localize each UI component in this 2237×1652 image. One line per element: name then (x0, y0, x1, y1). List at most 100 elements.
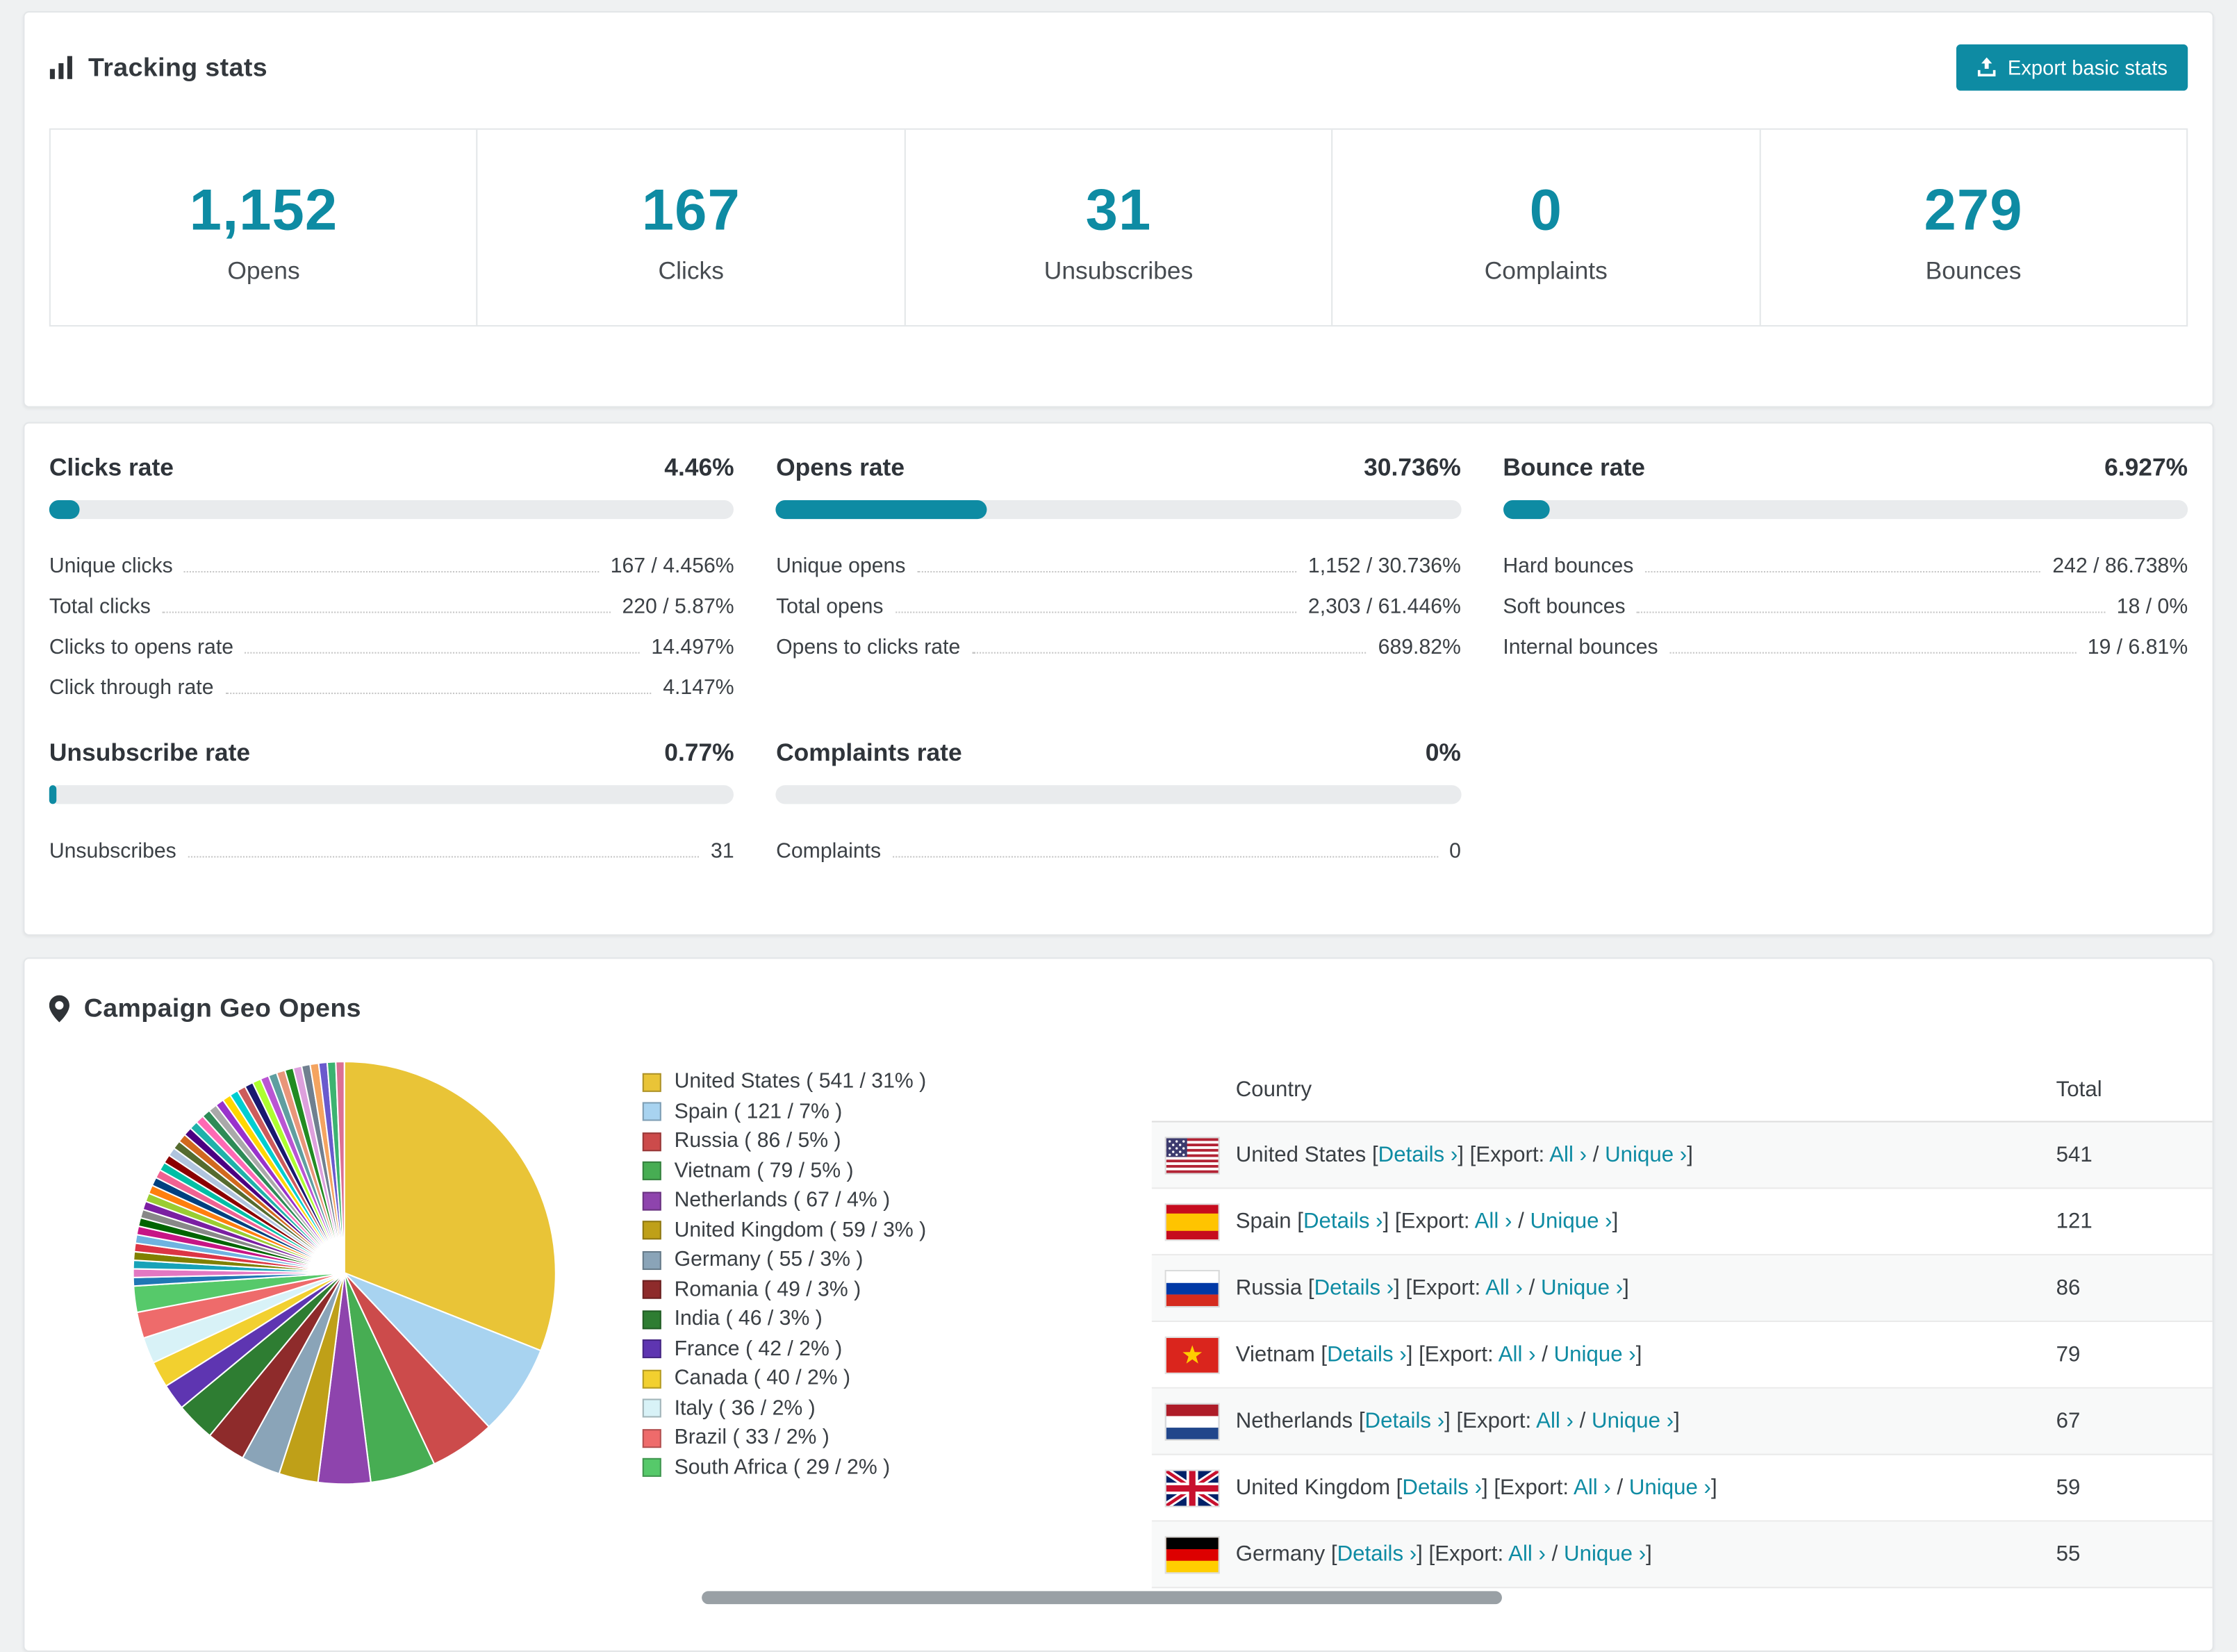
rate-details: Unique clicks 167 / 4.456% Total clicks 220… (49, 538, 734, 700)
rate-detail-label: Unsubscribes (49, 840, 176, 864)
legend-swatch (642, 1132, 661, 1151)
rate-head: Bounce rate 6.927% (1503, 454, 2188, 483)
details-link[interactable]: Details › (1337, 1542, 1417, 1567)
details-link[interactable]: Details › (1378, 1143, 1458, 1167)
legend-swatch (642, 1162, 661, 1181)
rate-block-unsubscribe-rate: Unsubscribe rate 0.77% Unsubscribes 31 (49, 739, 734, 864)
legend-swatch (642, 1310, 661, 1329)
rate-detail-value: 18 / 0% (2116, 595, 2188, 619)
geo-opens-title: Campaign Geo Opens (83, 993, 361, 1023)
stat-box-complaints: 0 Complaints (1331, 129, 1759, 325)
rate-detail-row: Clicks to opens rate 14.497% (49, 619, 734, 659)
country-cell: Germany [Details ›] [Export: All › / Uni… (1235, 1542, 1652, 1567)
geo-table-row: Russia [Details ›] [Export: All › / Uniq… (1151, 1255, 2213, 1323)
geo-table-row: Netherlands [Details ›] [Export: All › /… (1151, 1388, 2213, 1455)
rate-detail-row: Total clicks 220 / 5.87% (49, 578, 734, 618)
dotted-leader (892, 856, 1438, 858)
country-cell: Spain [Details ›] [Export: All › / Uniqu… (1235, 1209, 1619, 1234)
tracking-stats-header: Tracking stats Export basic stats (49, 44, 2188, 91)
legend-swatch (642, 1369, 661, 1389)
total-cell: 55 (2056, 1542, 2081, 1567)
flag-icon-vn (1166, 1337, 1219, 1372)
rate-detail-label: Unique clicks (49, 555, 173, 579)
rate-detail-value: 4.147% (663, 677, 734, 700)
stat-label: Clicks (658, 257, 724, 285)
stats-summary-row: 1,152 Opens 167 Clicks 31 Unsubscribes 0 Compla… (49, 128, 2188, 327)
rate-detail-value: 19 / 6.81% (2087, 636, 2188, 660)
geo-table-row: Germany [Details ›] [Export: All › / Uni… (1151, 1521, 2213, 1589)
export-all-link[interactable]: All › (1508, 1542, 1546, 1567)
export-unique-link[interactable]: Unique › (1629, 1476, 1711, 1500)
rate-title: Opens rate (776, 454, 905, 481)
geo-table-row: United States [Details ›] [Export: All ›… (1151, 1122, 2213, 1189)
export-all-link[interactable]: All › (1536, 1409, 1574, 1433)
legend-swatch (642, 1073, 661, 1092)
rate-value: 30.736% (1364, 454, 1461, 481)
stat-value: 167 (641, 179, 741, 243)
geo-table-header-row: Country Total (1151, 1059, 2213, 1123)
legend-label: Russia ( 86 / 5% ) (674, 1130, 841, 1153)
total-cell: 67 (2056, 1408, 2081, 1434)
geo-table-row: United Kingdom [Details ›] [Export: All … (1151, 1455, 2213, 1522)
horizontal-scrollbar-thumb[interactable] (702, 1591, 1502, 1605)
legend-item: Spain ( 121 / 7% ) (642, 1097, 1120, 1127)
rate-value: 0% (1425, 738, 1461, 767)
legend-label: Italy ( 36 / 2% ) (674, 1396, 816, 1421)
export-basic-stats-button[interactable]: Export basic stats (1955, 44, 2188, 91)
total-cell: 59 (2056, 1475, 2081, 1501)
rate-head: Complaints rate 0% (776, 739, 1461, 768)
rates-card: Clicks rate 4.46% Unique clicks 167 / 4.456… (23, 422, 2214, 936)
dotted-leader (1645, 571, 2041, 573)
rate-detail-value: 167 / 4.456% (610, 555, 734, 579)
export-unique-link[interactable]: Unique › (1605, 1143, 1687, 1167)
geo-table-row: Spain [Details ›] [Export: All › / Uniqu… (1151, 1189, 2213, 1256)
export-unique-link[interactable]: Unique › (1554, 1342, 1636, 1366)
export-all-link[interactable]: All › (1574, 1476, 1611, 1500)
export-unique-link[interactable]: Unique › (1592, 1409, 1674, 1433)
dotted-leader (225, 692, 652, 695)
legend-label: Brazil ( 33 / 2% ) (674, 1426, 829, 1450)
legend-item: Italy ( 36 / 2% ) (642, 1394, 1120, 1423)
rate-detail-value: 0 (1449, 840, 1461, 864)
details-link[interactable]: Details › (1303, 1209, 1383, 1234)
legend-label: Canada ( 40 / 2% ) (674, 1367, 851, 1391)
rate-block-clicks-rate: Clicks rate 4.46% Unique clicks 167 / 4.456… (49, 454, 734, 700)
export-all-link[interactable]: All › (1549, 1143, 1587, 1167)
dotted-leader (245, 652, 640, 654)
export-unique-link[interactable]: Unique › (1564, 1542, 1646, 1567)
legend-label: France ( 42 / 2% ) (674, 1337, 843, 1361)
geo-table-body: United States [Details ›] [Export: All ›… (1151, 1122, 2213, 1589)
stat-box-unsubscribes: 31 Unsubscribes (904, 129, 1331, 325)
legend-swatch (642, 1250, 661, 1270)
stat-box-clicks: 167 Clicks (477, 129, 904, 325)
details-link[interactable]: Details › (1365, 1409, 1445, 1433)
progress-bar-fill (49, 499, 80, 520)
rate-title: Clicks rate (49, 454, 174, 481)
dotted-leader (1669, 652, 2077, 654)
export-unique-link[interactable]: Unique › (1541, 1275, 1623, 1300)
details-link[interactable]: Details › (1402, 1476, 1482, 1500)
export-all-link[interactable]: All › (1499, 1342, 1536, 1366)
export-all-link[interactable]: All › (1485, 1275, 1523, 1300)
rate-detail-row: Opens to clicks rate 689.82% (776, 619, 1461, 659)
geo-opens-card: Campaign Geo Opens United States ( 541 /… (23, 957, 2214, 1652)
legend-swatch (642, 1398, 661, 1419)
dotted-leader (188, 856, 700, 858)
rate-detail-row: Click through rate 4.147% (49, 659, 734, 700)
legend-item: Brazil ( 33 / 2% ) (642, 1423, 1120, 1453)
details-link[interactable]: Details › (1314, 1275, 1394, 1300)
rate-detail-label: Total clicks (49, 595, 151, 619)
rate-detail-row: Total opens 2,303 / 61.446% (776, 578, 1461, 618)
total-cell: 79 (2056, 1342, 2081, 1367)
rate-detail-value: 2,303 / 61.446% (1307, 595, 1461, 619)
geo-opens-header: Campaign Geo Opens (49, 993, 2213, 1024)
export-unique-link[interactable]: Unique › (1530, 1209, 1612, 1234)
rate-detail-value: 242 / 86.738% (2052, 555, 2188, 579)
rate-detail-label: Soft bounces (1503, 595, 1626, 619)
geo-pie-chart[interactable] (130, 1059, 559, 1487)
legend-label: Vietnam ( 79 / 5% ) (674, 1159, 854, 1183)
export-all-link[interactable]: All › (1475, 1209, 1512, 1234)
rate-details: Unique opens 1,152 / 30.736% Total opens 2,… (776, 538, 1461, 659)
rate-title: Unsubscribe rate (49, 738, 251, 767)
details-link[interactable]: Details › (1327, 1342, 1407, 1366)
